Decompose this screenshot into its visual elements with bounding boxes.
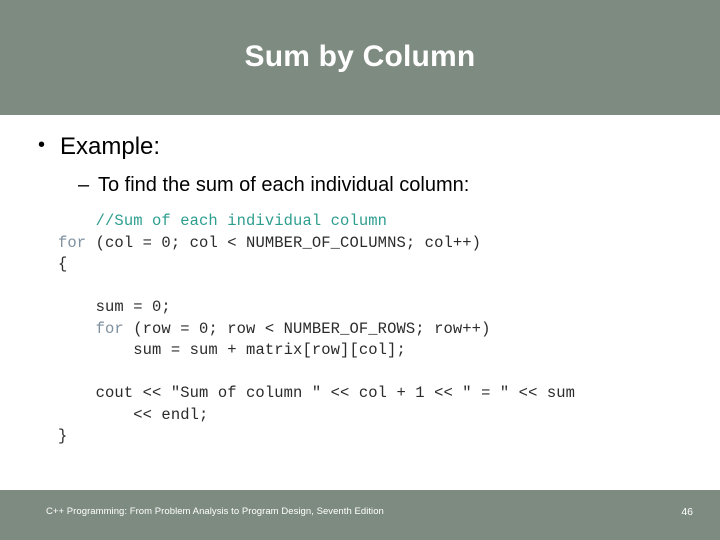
slide-footer-bar: C++ Programming: From Problem Analysis t… [0,490,720,540]
footer-citation: C++ Programming: From Problem Analysis t… [46,506,384,517]
code-line: sum = 0; [58,297,703,319]
code-line: { [58,254,703,276]
code-token-plain: (col = 0; col < NUMBER_OF_COLUMNS; col++… [86,233,482,252]
code-line: sum = sum + matrix[row][col]; [58,340,703,362]
code-token-plain: << endl; [133,405,209,424]
slide: Sum by Column • Example: – To find the s… [0,0,720,540]
code-token-plain: (row = 0; row < NUMBER_OF_ROWS; row++) [123,319,491,338]
code-token-plain: cout << "Sum of column " << col + 1 << "… [95,384,576,402]
code-line: } [58,426,703,448]
code-line: for (col = 0; col < NUMBER_OF_COLUMNS; c… [58,233,703,255]
bullet-level2-label: To find the sum of each individual colum… [98,174,470,196]
bullet-level2: – To find the sum of each individual col… [78,174,469,197]
code-line: cout << "Sum of column " << col + 1 << "… [58,383,703,405]
bullet-level1-label: Example: [60,133,161,160]
bullet-dash-icon: – [78,174,90,196]
slide-body: • Example: – To find the sum of each ind… [0,115,720,490]
code-token-plain: sum = 0; [95,298,171,316]
code-token-plain: { [58,255,68,273]
code-listing: //Sum of each individual column for (col … [58,211,703,448]
code-token-keyword: for [58,233,87,252]
page-title: Sum by Column [244,39,476,73]
bullet-dot-icon: • [38,134,46,156]
code-token-plain: sum = sum + matrix[row][col]; [133,341,406,359]
code-line: for (row = 0; row < NUMBER_OF_ROWS; row+… [58,319,703,341]
slide-title-bar: Sum by Column [0,0,720,115]
code-line: //Sum of each individual column [58,211,703,233]
code-token-plain: } [58,427,68,445]
code-token-keyword: for [95,319,124,338]
bullet-level1: • Example: [38,133,160,161]
code-line: << endl; [58,405,703,427]
code-token-comment: //Sum of each individual column [95,212,388,230]
footer-page-number: 46 [681,506,693,518]
